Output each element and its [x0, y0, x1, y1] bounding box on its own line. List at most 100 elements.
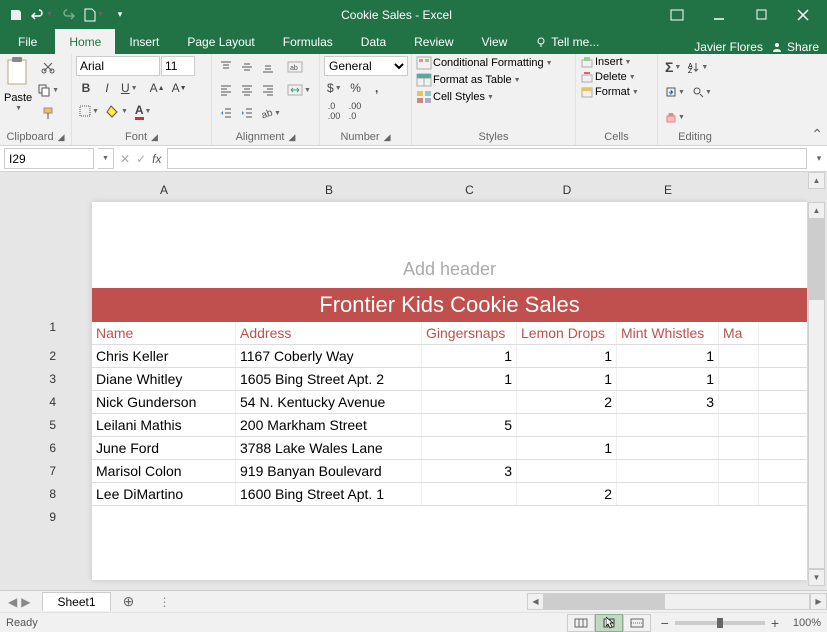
- scroll-down-icon[interactable]: ▼: [808, 569, 825, 586]
- fill-icon[interactable]: ▼: [662, 81, 688, 103]
- number-format-select[interactable]: General: [324, 56, 408, 76]
- tab-nav-prev-icon[interactable]: ◀: [8, 595, 17, 609]
- user-name[interactable]: Javier Flores: [694, 40, 763, 54]
- format-as-table-button[interactable]: Format as Table▼: [416, 73, 521, 87]
- cell[interactable]: [617, 414, 719, 436]
- sheet-tab[interactable]: Sheet1: [42, 592, 110, 611]
- tab-data[interactable]: Data: [347, 29, 400, 54]
- cell[interactable]: [719, 368, 759, 390]
- copy-icon[interactable]: ▼: [34, 79, 62, 101]
- tab-view[interactable]: View: [468, 29, 522, 54]
- cell[interactable]: 1: [517, 345, 617, 367]
- chevron-down-icon[interactable]: ▼: [15, 105, 22, 112]
- align-left-icon[interactable]: [216, 79, 236, 101]
- comma-format-icon[interactable]: ,: [367, 77, 387, 99]
- italic-button[interactable]: I: [97, 77, 117, 99]
- row-header[interactable]: 9: [10, 505, 70, 528]
- scroll-right-icon[interactable]: ▶: [810, 593, 827, 610]
- wrap-text-icon[interactable]: ab: [284, 56, 306, 78]
- row-header[interactable]: 6: [10, 436, 70, 459]
- header-cell[interactable]: Gingersnaps: [422, 322, 517, 344]
- decrease-font-icon[interactable]: A▼: [169, 77, 190, 99]
- paste-label[interactable]: Paste: [4, 92, 32, 104]
- new-file-icon[interactable]: ▼: [82, 3, 106, 27]
- row-header[interactable]: 2: [10, 344, 70, 367]
- dialog-launcher-icon[interactable]: ◢: [384, 132, 391, 143]
- column-header[interactable]: D: [517, 180, 617, 200]
- cell[interactable]: [617, 460, 719, 482]
- header-cell[interactable]: Ma: [719, 322, 759, 344]
- sort-filter-icon[interactable]: AZ▼: [685, 56, 711, 78]
- cell[interactable]: 1605 Bing Street Apt. 2: [236, 368, 422, 390]
- font-color-button[interactable]: A▼: [132, 100, 155, 122]
- cell[interactable]: 5: [422, 414, 517, 436]
- increase-decimal-icon[interactable]: .0.00: [324, 100, 344, 122]
- normal-view-icon[interactable]: [567, 614, 595, 632]
- cell[interactable]: [617, 483, 719, 505]
- format-painter-icon[interactable]: [34, 102, 62, 124]
- scroll-thumb[interactable]: [809, 220, 824, 300]
- font-size-input[interactable]: [161, 56, 195, 76]
- page-layout-view-icon[interactable]: [595, 614, 623, 632]
- fx-icon[interactable]: fx: [152, 152, 161, 166]
- decrease-decimal-icon[interactable]: .00.0: [345, 100, 365, 122]
- cell[interactable]: [517, 460, 617, 482]
- orientation-icon[interactable]: ab▼: [258, 102, 284, 124]
- row-header[interactable]: 8: [10, 482, 70, 505]
- percent-format-icon[interactable]: %: [346, 77, 366, 99]
- tab-file[interactable]: File: [0, 29, 55, 54]
- tab-nav-next-icon[interactable]: ▶: [21, 595, 30, 609]
- scroll-left-icon[interactable]: ◀: [527, 593, 544, 610]
- name-box[interactable]: I29: [4, 148, 94, 169]
- dialog-launcher-icon[interactable]: ◢: [58, 132, 65, 143]
- paste-button[interactable]: [4, 56, 32, 91]
- cell[interactable]: June Ford: [92, 437, 236, 459]
- cell[interactable]: Chris Keller: [92, 345, 236, 367]
- horizontal-scrollbar[interactable]: ◀ ▶: [527, 593, 827, 610]
- column-header[interactable]: C: [422, 180, 517, 200]
- close-icon[interactable]: [783, 0, 823, 29]
- row-header[interactable]: 7: [10, 459, 70, 482]
- zoom-in-button[interactable]: +: [771, 615, 779, 631]
- zoom-slider[interactable]: [675, 621, 765, 625]
- align-middle-icon[interactable]: [237, 56, 257, 78]
- column-header[interactable]: A: [92, 180, 236, 200]
- collapse-ribbon-icon[interactable]: ⌃: [811, 126, 823, 143]
- cell[interactable]: [719, 345, 759, 367]
- scroll-up-page-icon[interactable]: ▲: [808, 172, 825, 189]
- accounting-format-icon[interactable]: $▼: [324, 77, 345, 99]
- tell-me-search[interactable]: Tell me...: [521, 29, 613, 54]
- zoom-level[interactable]: 100%: [785, 617, 821, 629]
- cell[interactable]: [617, 437, 719, 459]
- tab-formulas[interactable]: Formulas: [269, 29, 347, 54]
- fill-color-button[interactable]: ▼: [103, 100, 131, 122]
- sheet-title[interactable]: Frontier Kids Cookie Sales: [92, 288, 807, 322]
- header-cell[interactable]: Address: [236, 322, 422, 344]
- qat-customize-icon[interactable]: ▾: [108, 3, 132, 27]
- cell[interactable]: 3788 Lake Wales Lane: [236, 437, 422, 459]
- cell[interactable]: [719, 414, 759, 436]
- save-icon[interactable]: [4, 3, 28, 27]
- tab-home[interactable]: Home: [55, 29, 115, 54]
- formula-input[interactable]: [167, 148, 807, 169]
- cell[interactable]: [719, 391, 759, 413]
- minimize-icon[interactable]: [699, 0, 739, 29]
- cut-icon[interactable]: [34, 56, 62, 78]
- column-header[interactable]: E: [617, 180, 719, 200]
- find-select-icon[interactable]: ▼: [689, 81, 715, 103]
- tab-page-layout[interactable]: Page Layout: [173, 29, 268, 54]
- underline-button[interactable]: U▼: [118, 77, 141, 99]
- header-cell[interactable]: Lemon Drops: [517, 322, 617, 344]
- maximize-icon[interactable]: [741, 0, 781, 29]
- delete-cells-button[interactable]: Delete▼: [580, 71, 636, 83]
- header-placeholder[interactable]: Add header: [403, 259, 496, 288]
- cell[interactable]: 1167 Coberly Way: [236, 345, 422, 367]
- cell[interactable]: 200 Markham Street: [236, 414, 422, 436]
- share-button[interactable]: Share: [771, 40, 819, 54]
- tab-insert[interactable]: Insert: [115, 29, 173, 54]
- cell[interactable]: 3: [617, 391, 719, 413]
- cell[interactable]: 3: [422, 460, 517, 482]
- dialog-launcher-icon[interactable]: ◢: [151, 132, 158, 143]
- clear-icon[interactable]: ▼: [662, 106, 688, 128]
- new-sheet-button[interactable]: ⊕: [119, 593, 139, 610]
